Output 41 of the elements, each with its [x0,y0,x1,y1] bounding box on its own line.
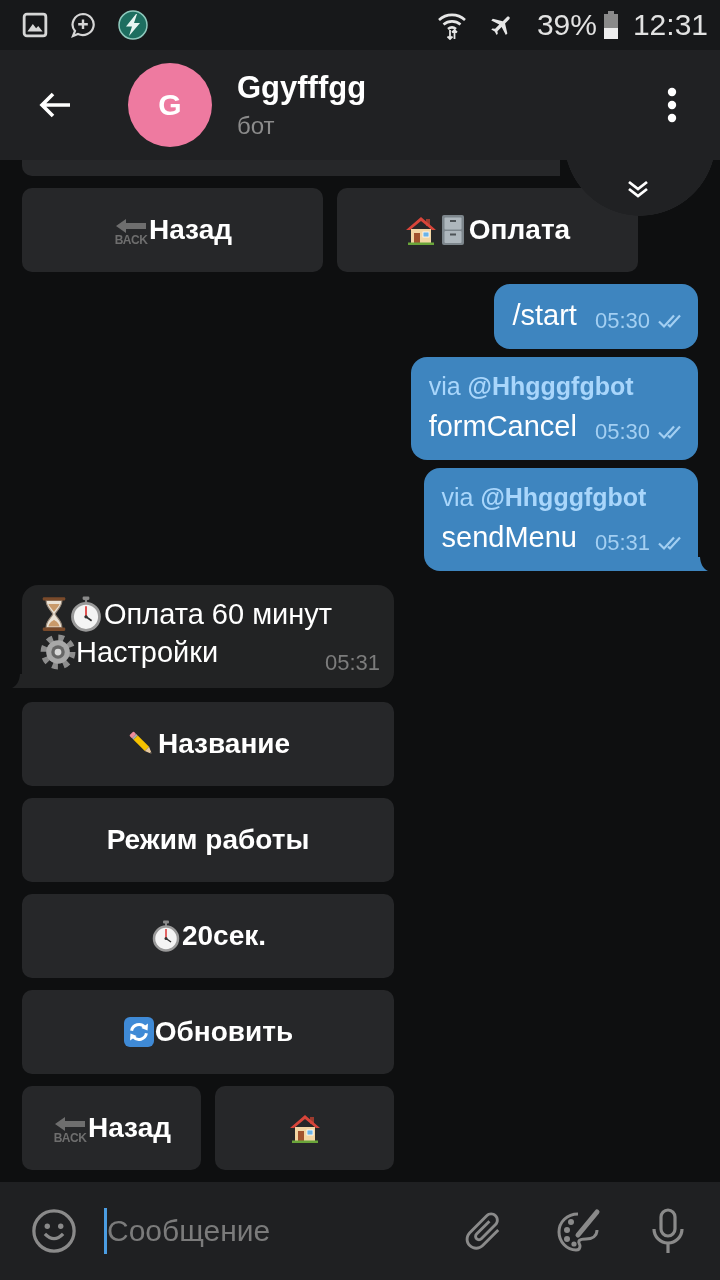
hourglass-icon [40,596,68,632]
keyboard-button[interactable]: Оплата [337,188,638,272]
clock: 12:31 [632,10,708,40]
back-icon[interactable] [38,91,72,119]
message-time: 05:31 [594,530,650,556]
keyboard-button[interactable]: Название [22,702,394,786]
house-icon [404,214,437,246]
chat-title: Ggyfffgg [237,69,367,107]
message-text: sendMenu [441,520,577,555]
via-label: via @Hhgggfgbot [441,482,648,513]
message-text: formCancel [428,409,577,444]
battery-icon [602,11,619,39]
chat-subtitle: бот [237,111,275,141]
left-arrow-icon [115,219,147,233]
text-cursor [104,1208,107,1254]
gear-icon [40,634,76,670]
keyboard-button[interactable]: Обновить [22,990,394,1074]
lightning-icon [118,10,148,40]
message-time: 05:30 [594,419,650,445]
image-icon [22,12,48,38]
message-text: Оплата 60 минут [104,597,333,632]
emoji-caption: BACK [114,233,148,247]
emoji-caption: BACK [53,1131,87,1145]
house-icon [288,1112,321,1144]
keyboard-button[interactable] [215,1086,394,1170]
more-icon[interactable] [667,87,677,123]
emoji-icon[interactable] [31,1208,77,1254]
message-text: /start [512,298,577,333]
via-label: via @Hhgggfgbot [428,371,635,402]
battery-percent: 39% [536,10,597,40]
keyboard-button[interactable]: 20сек. [22,894,394,978]
double-chevron-icon[interactable] [626,180,650,198]
message-time: 05:31 [323,649,380,677]
refresh-icon [122,1016,155,1048]
message-time: 05:30 [594,308,650,334]
message-text: Настройки [76,635,219,670]
keyboard-button[interactable]: Режим работы [22,798,394,882]
stopwatch-icon [68,596,104,632]
chat-plus-icon [70,12,96,38]
microphone-icon[interactable] [650,1207,686,1255]
left-arrow-icon [54,1117,86,1131]
